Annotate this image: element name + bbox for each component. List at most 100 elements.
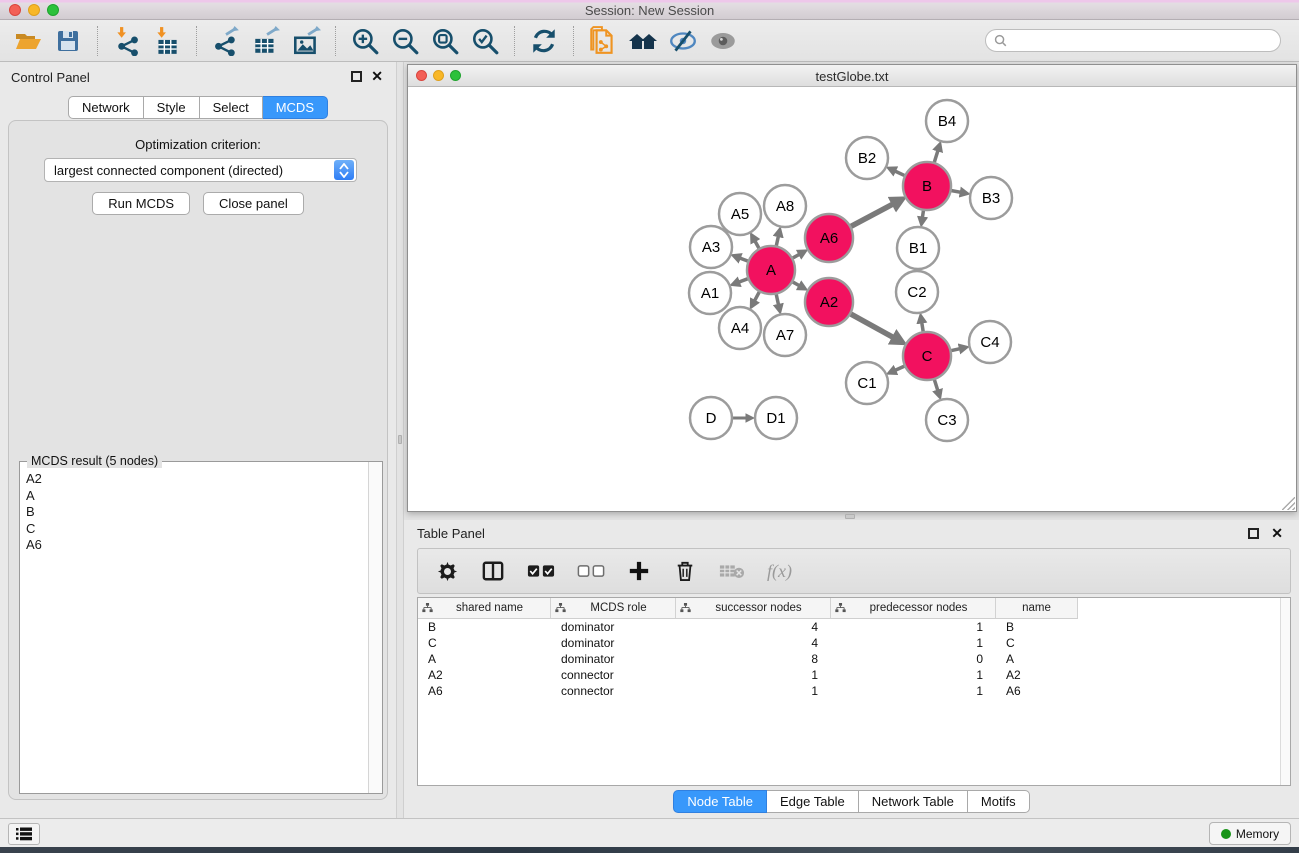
zoom-fit-button[interactable] bbox=[425, 23, 465, 59]
graph-node-A4[interactable]: A4 bbox=[719, 307, 761, 349]
graph-node-C3[interactable]: C3 bbox=[926, 399, 968, 441]
delete-table-button[interactable] bbox=[719, 556, 745, 586]
table-cell[interactable]: B bbox=[996, 620, 1078, 634]
network-from-selection-button[interactable] bbox=[583, 23, 623, 59]
table-settings-button[interactable] bbox=[435, 556, 459, 586]
run-mcds-button[interactable]: Run MCDS bbox=[92, 192, 190, 215]
network-canvas[interactable]: AA1A2A3A4A5A6A7A8BB1B2B3B4CC1C2C3C4DD1 bbox=[408, 87, 1296, 511]
graph-node-B4[interactable]: B4 bbox=[926, 100, 968, 142]
graph-edge-A-A5[interactable] bbox=[755, 241, 759, 248]
select-all-checkboxes-button[interactable] bbox=[527, 556, 555, 586]
mcds-result-item[interactable]: A2 bbox=[26, 471, 367, 488]
column-header-successor-nodes[interactable]: successor nodes bbox=[676, 598, 831, 619]
graph-node-D1[interactable]: D1 bbox=[755, 397, 797, 439]
table-cell[interactable]: A bbox=[996, 652, 1078, 666]
save-session-button[interactable] bbox=[48, 23, 88, 59]
unselect-all-checkboxes-button[interactable] bbox=[577, 556, 605, 586]
graph-edge-A-A8[interactable] bbox=[776, 236, 778, 246]
table-cell[interactable]: dominator bbox=[551, 652, 676, 666]
graph-node-B1[interactable]: B1 bbox=[897, 227, 939, 269]
table-cell[interactable]: C bbox=[996, 636, 1078, 650]
delete-columns-button[interactable] bbox=[673, 556, 697, 586]
import-network-button[interactable] bbox=[107, 23, 147, 59]
tab-network-table[interactable]: Network Table bbox=[859, 790, 968, 813]
graph-node-C2[interactable]: C2 bbox=[896, 271, 938, 313]
table-cell[interactable]: 1 bbox=[676, 684, 831, 698]
graph-node-B2[interactable]: B2 bbox=[846, 137, 888, 179]
table-cell[interactable]: B bbox=[418, 620, 551, 634]
mcds-result-item[interactable]: A bbox=[26, 488, 367, 505]
table-row-C[interactable]: Cdominator41C bbox=[418, 635, 1290, 651]
table-row-A[interactable]: Adominator80A bbox=[418, 651, 1290, 667]
table-cell[interactable]: 4 bbox=[676, 636, 831, 650]
graph-edge-A2-C[interactable] bbox=[851, 314, 894, 338]
graph-node-D[interactable]: D bbox=[690, 397, 732, 439]
add-column-button[interactable] bbox=[627, 556, 651, 586]
graph-node-A1[interactable]: A1 bbox=[689, 272, 731, 314]
export-image-button[interactable] bbox=[286, 23, 326, 59]
table-cell[interactable]: 4 bbox=[676, 620, 831, 634]
tab-mcds[interactable]: MCDS bbox=[263, 96, 328, 119]
graph-edge-C-C3[interactable] bbox=[934, 380, 937, 391]
tab-network[interactable]: Network bbox=[68, 96, 144, 119]
vertical-split-divider[interactable] bbox=[396, 62, 404, 818]
table-row-A2[interactable]: A2connector11A2 bbox=[418, 667, 1290, 683]
network-window-titlebar[interactable]: testGlobe.txt bbox=[408, 65, 1296, 87]
graph-edge-B-B3[interactable] bbox=[952, 191, 961, 193]
graph-edge-C-C1[interactable] bbox=[895, 366, 904, 370]
task-history-button[interactable] bbox=[8, 823, 40, 845]
graph-edge-A-A1[interactable] bbox=[739, 279, 748, 282]
graph-edge-C-C4[interactable] bbox=[951, 349, 960, 351]
graph-edge-B-B2[interactable] bbox=[895, 171, 905, 175]
mcds-result-item[interactable]: C bbox=[26, 521, 367, 538]
table-cell[interactable]: 1 bbox=[676, 668, 831, 682]
import-table-button[interactable] bbox=[147, 23, 187, 59]
search-field[interactable] bbox=[985, 29, 1281, 52]
table-row-A6[interactable]: A6connector11A6 bbox=[418, 683, 1290, 699]
graph-node-C[interactable]: C bbox=[903, 332, 951, 380]
table-cell[interactable]: 1 bbox=[831, 668, 996, 682]
graph-node-B3[interactable]: B3 bbox=[970, 177, 1012, 219]
refresh-layout-button[interactable] bbox=[524, 23, 564, 59]
close-panel-icon[interactable]: ✕ bbox=[371, 68, 383, 85]
open-session-button[interactable] bbox=[8, 23, 48, 59]
function-builder-button[interactable]: f(x) bbox=[767, 556, 792, 586]
mcds-result-item[interactable]: B bbox=[26, 504, 367, 521]
tab-style[interactable]: Style bbox=[144, 96, 200, 119]
graph-edge-A-A7[interactable] bbox=[776, 294, 778, 305]
table-cell[interactable]: C bbox=[418, 636, 551, 650]
table-cell[interactable]: dominator bbox=[551, 620, 676, 634]
table-cell[interactable]: 0 bbox=[831, 652, 996, 666]
column-header-shared-name[interactable]: shared name bbox=[418, 598, 551, 619]
table-cell[interactable]: 1 bbox=[831, 636, 996, 650]
zoom-selected-button[interactable] bbox=[465, 23, 505, 59]
tab-edge-table[interactable]: Edge Table bbox=[767, 790, 859, 813]
graph-edge-A6-B[interactable] bbox=[851, 204, 893, 226]
graph-node-C4[interactable]: C4 bbox=[969, 321, 1011, 363]
optimization-criterion-dropdown[interactable]: largest connected component (directed) bbox=[44, 158, 357, 182]
show-graphics-details-button[interactable] bbox=[703, 23, 743, 59]
table-cell[interactable]: 1 bbox=[831, 684, 996, 698]
graph-edge-A-A6[interactable] bbox=[793, 254, 800, 258]
graph-node-A2[interactable]: A2 bbox=[805, 278, 853, 326]
column-header-MCDS-role[interactable]: MCDS role bbox=[551, 598, 676, 619]
horizontal-split-grip[interactable] bbox=[845, 514, 855, 519]
zoom-in-button[interactable] bbox=[345, 23, 385, 59]
home-button[interactable] bbox=[623, 23, 663, 59]
table-cell[interactable]: A2 bbox=[418, 668, 551, 682]
mcds-result-item[interactable]: A6 bbox=[26, 537, 367, 554]
graph-node-A6[interactable]: A6 bbox=[805, 214, 853, 262]
float-table-panel-icon[interactable] bbox=[1248, 528, 1259, 539]
graph-edge-C-C2[interactable] bbox=[922, 322, 923, 331]
hide-graphics-details-button[interactable] bbox=[663, 23, 703, 59]
close-panel-button[interactable]: Close panel bbox=[203, 192, 304, 215]
table-cell[interactable]: A6 bbox=[996, 684, 1078, 698]
table-cell[interactable]: connector bbox=[551, 684, 676, 698]
graph-edge-A-A2[interactable] bbox=[793, 282, 800, 286]
search-input[interactable] bbox=[1012, 34, 1272, 48]
float-panel-icon[interactable] bbox=[351, 71, 362, 82]
graph-node-A[interactable]: A bbox=[747, 246, 795, 294]
graph-node-B[interactable]: B bbox=[903, 162, 951, 210]
network-graph[interactable]: AA1A2A3A4A5A6A7A8BB1B2B3B4CC1C2C3C4DD1 bbox=[408, 87, 1296, 511]
graph-node-C1[interactable]: C1 bbox=[846, 362, 888, 404]
